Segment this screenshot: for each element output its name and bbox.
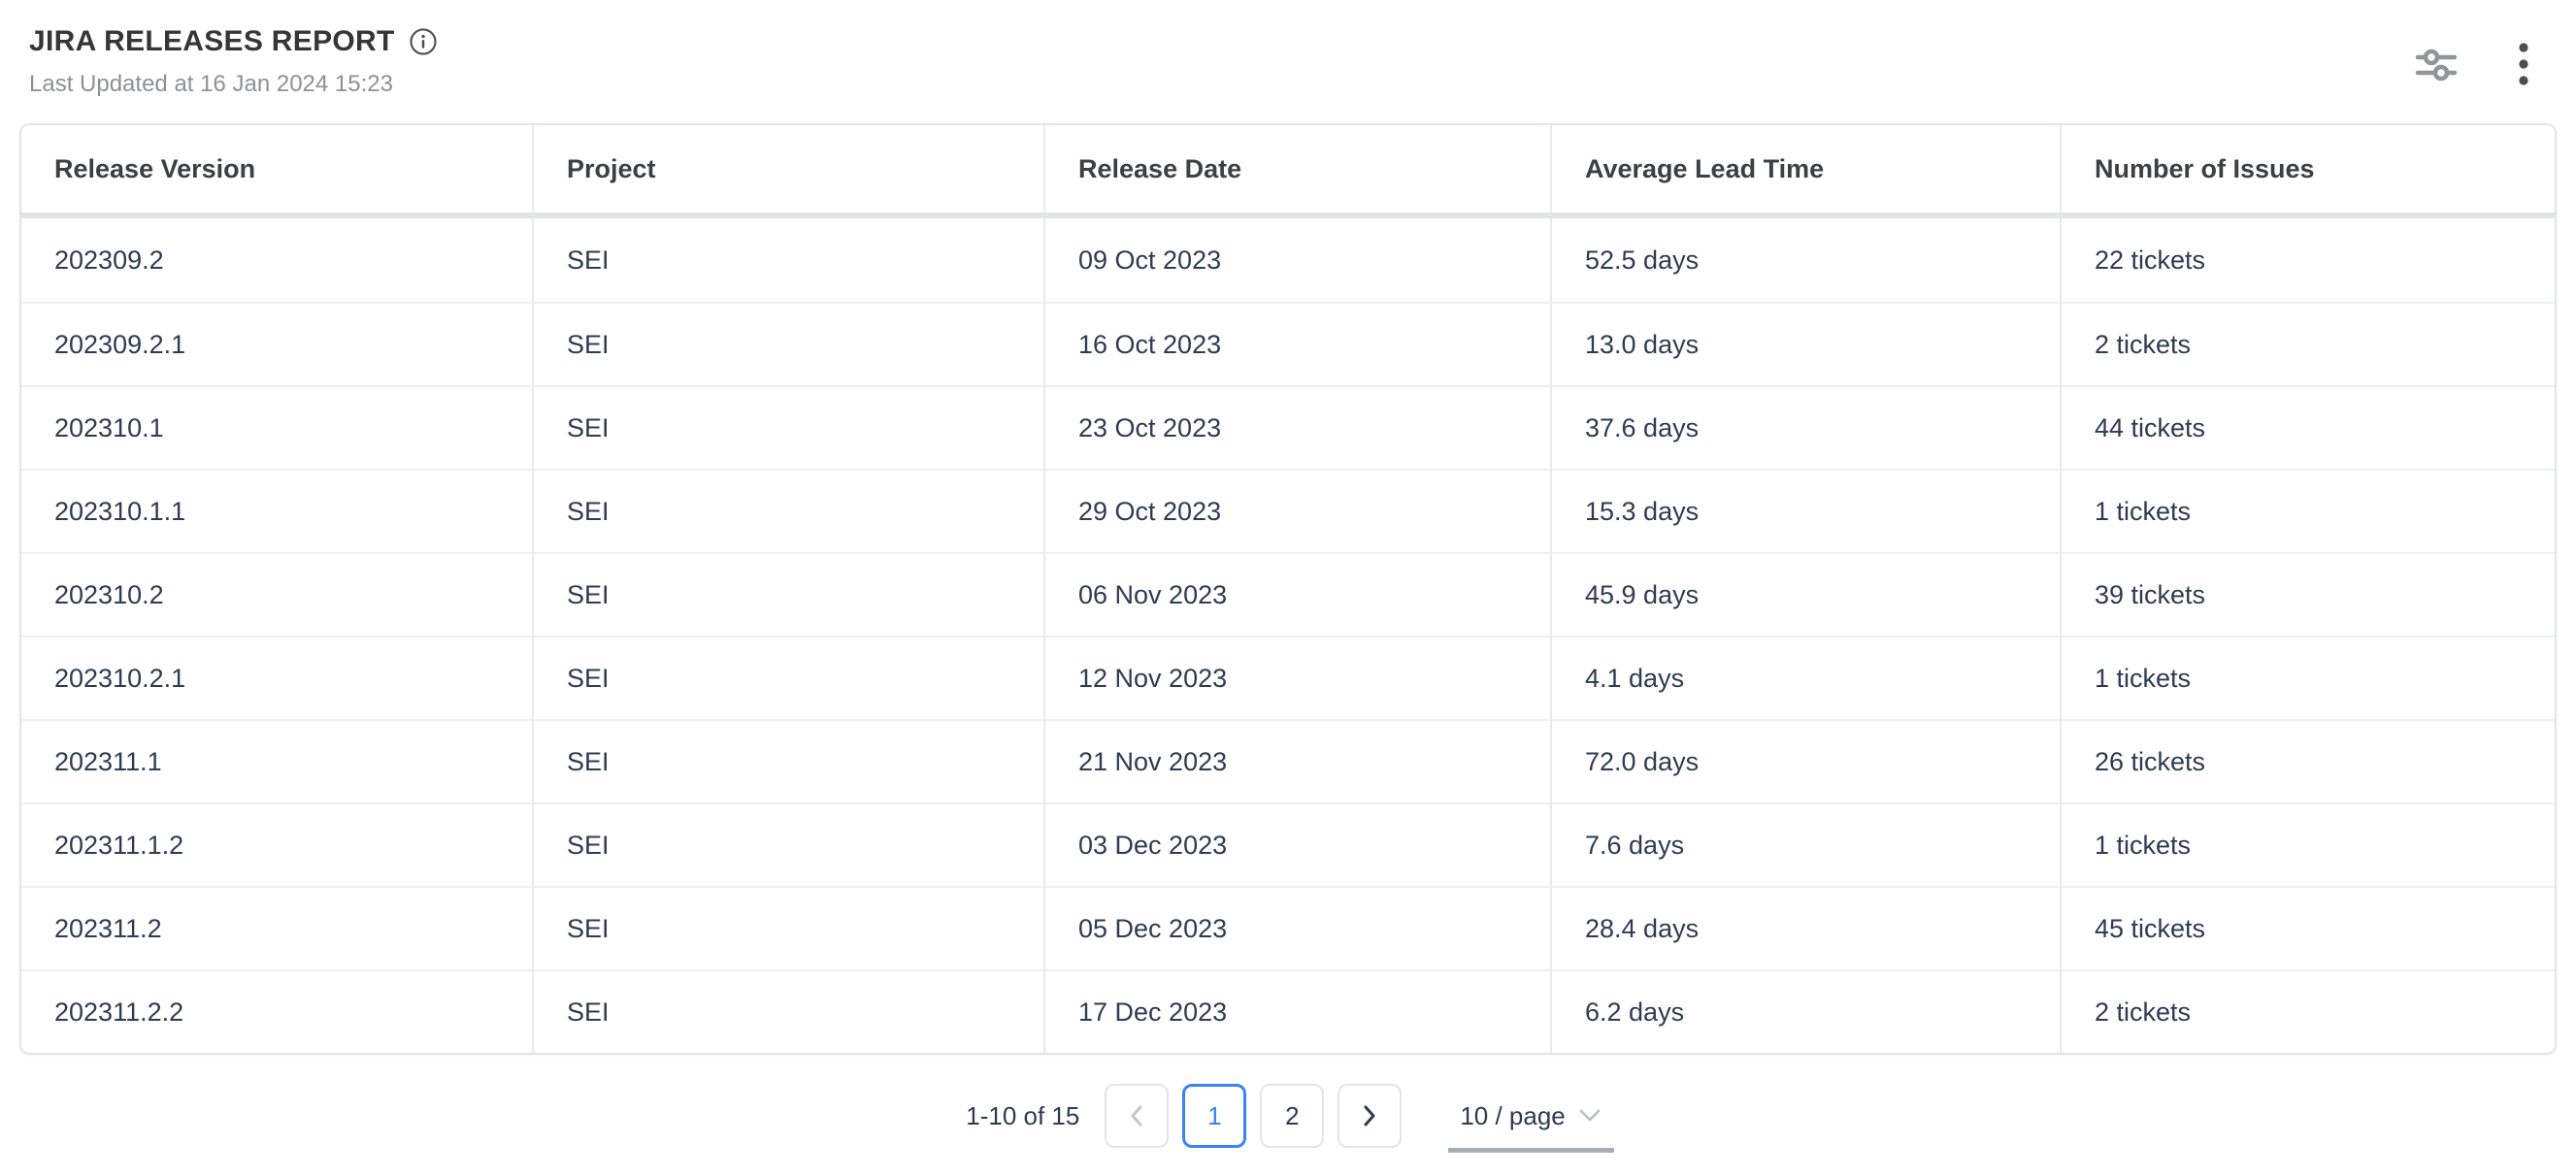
page-size-value: 10 / page xyxy=(1460,1101,1565,1131)
cell-release-date: 23 Oct 2023 xyxy=(1043,385,1550,469)
pagination: 1-10 of 15 1 2 10 / page xyxy=(0,1084,2576,1148)
cell-number-of-issues: 26 tickets xyxy=(2060,719,2557,802)
cell-number-of-issues: 45 tickets xyxy=(2060,886,2557,969)
cell-release-date: 21 Nov 2023 xyxy=(1043,719,1550,802)
cell-release-date: 16 Oct 2023 xyxy=(1043,302,1550,385)
last-updated-label: Last Updated at 16 Jan 2024 15:23 xyxy=(29,71,438,98)
chevron-down-icon xyxy=(1577,1107,1602,1125)
table-row: 202311.2.2 SEI 17 Dec 2023 6.2 days 2 ti… xyxy=(21,969,2557,1053)
chevron-right-icon xyxy=(1359,1101,1380,1130)
cell-project: SEI xyxy=(532,385,1043,469)
kebab-menu-icon[interactable] xyxy=(2514,38,2533,90)
header-actions xyxy=(2409,37,2533,91)
table-row: 202310.2.1 SEI 12 Nov 2023 4.1 days 1 ti… xyxy=(21,636,2557,719)
previous-page-button[interactable] xyxy=(1105,1084,1169,1148)
table-header-row: Release Version Project Release Date Ave… xyxy=(21,125,2557,218)
cell-release-date: 05 Dec 2023 xyxy=(1043,886,1550,969)
releases-table-card: Release Version Project Release Date Ave… xyxy=(19,123,2557,1055)
cell-project: SEI xyxy=(532,469,1043,552)
cell-release-version: 202310.1 xyxy=(21,385,532,469)
cell-average-lead-time: 45.9 days xyxy=(1550,552,2060,636)
cell-project: SEI xyxy=(532,802,1043,886)
cell-project: SEI xyxy=(532,719,1043,802)
cell-release-version: 202309.2.1 xyxy=(21,302,532,385)
table-row: 202309.2 SEI 09 Oct 2023 52.5 days 22 ti… xyxy=(21,218,2557,302)
cell-release-date: 09 Oct 2023 xyxy=(1043,218,1550,302)
title-block: JIRA RELEASES REPORT Last Updated at 16 … xyxy=(29,25,438,98)
cell-release-date: 03 Dec 2023 xyxy=(1043,802,1550,886)
cell-number-of-issues: 2 tickets xyxy=(2060,969,2557,1053)
cell-release-date: 12 Nov 2023 xyxy=(1043,636,1550,719)
cell-release-date: 29 Oct 2023 xyxy=(1043,469,1550,552)
cell-release-version: 202310.2 xyxy=(21,552,532,636)
cell-project: SEI xyxy=(532,886,1043,969)
chevron-left-icon xyxy=(1126,1101,1147,1130)
table-row: 202309.2.1 SEI 16 Oct 2023 13.0 days 2 t… xyxy=(21,302,2557,385)
cell-release-version: 202310.2.1 xyxy=(21,636,532,719)
cell-number-of-issues: 44 tickets xyxy=(2060,385,2557,469)
cell-average-lead-time: 13.0 days xyxy=(1550,302,2060,385)
cell-average-lead-time: 15.3 days xyxy=(1550,469,2060,552)
page-2-button[interactable]: 2 xyxy=(1260,1084,1324,1148)
column-header-number-of-issues: Number of Issues xyxy=(2060,125,2557,218)
cell-number-of-issues: 39 tickets xyxy=(2060,552,2557,636)
cell-number-of-issues: 1 tickets xyxy=(2060,469,2557,552)
column-header-release-version: Release Version xyxy=(21,125,532,218)
table-row: 202311.2 SEI 05 Dec 2023 28.4 days 45 ti… xyxy=(21,886,2557,969)
cell-release-version: 202311.2 xyxy=(21,886,532,969)
pagination-range-label: 1-10 of 15 xyxy=(966,1101,1079,1131)
column-header-release-date: Release Date xyxy=(1043,125,1550,218)
cell-number-of-issues: 1 tickets xyxy=(2060,802,2557,886)
table-row: 202310.1 SEI 23 Oct 2023 37.6 days 44 ti… xyxy=(21,385,2557,469)
releases-table: Release Version Project Release Date Ave… xyxy=(21,125,2557,1053)
table-row: 202311.1.2 SEI 03 Dec 2023 7.6 days 1 ti… xyxy=(21,802,2557,886)
cell-release-date: 17 Dec 2023 xyxy=(1043,969,1550,1053)
table-row: 202311.1 SEI 21 Nov 2023 72.0 days 26 ti… xyxy=(21,719,2557,802)
cell-average-lead-time: 52.5 days xyxy=(1550,218,2060,302)
info-icon[interactable] xyxy=(409,27,438,56)
table-row: 202310.2 SEI 06 Nov 2023 45.9 days 39 ti… xyxy=(21,552,2557,636)
cell-release-version: 202311.1 xyxy=(21,719,532,802)
cell-release-version: 202309.2 xyxy=(21,218,532,302)
cell-release-date: 06 Nov 2023 xyxy=(1043,552,1550,636)
cell-release-version: 202310.1.1 xyxy=(21,469,532,552)
table-row: 202310.1.1 SEI 29 Oct 2023 15.3 days 1 t… xyxy=(21,469,2557,552)
column-header-project: Project xyxy=(532,125,1043,218)
cell-average-lead-time: 4.1 days xyxy=(1550,636,2060,719)
page-title: JIRA RELEASES REPORT xyxy=(29,25,395,58)
column-header-average-lead-time: Average Lead Time xyxy=(1550,125,2060,218)
cell-average-lead-time: 7.6 days xyxy=(1550,802,2060,886)
page-1-button[interactable]: 1 xyxy=(1182,1084,1246,1148)
cell-number-of-issues: 22 tickets xyxy=(2060,218,2557,302)
cell-release-version: 202311.1.2 xyxy=(21,802,532,886)
cell-project: SEI xyxy=(532,969,1043,1053)
settings-sliders-icon[interactable] xyxy=(2409,37,2463,91)
cell-average-lead-time: 28.4 days xyxy=(1550,886,2060,969)
cell-average-lead-time: 37.6 days xyxy=(1550,385,2060,469)
report-header: JIRA RELEASES REPORT Last Updated at 16 … xyxy=(0,0,2576,98)
cell-project: SEI xyxy=(532,636,1043,719)
cell-project: SEI xyxy=(532,302,1043,385)
cell-number-of-issues: 1 tickets xyxy=(2060,636,2557,719)
cell-average-lead-time: 72.0 days xyxy=(1550,719,2060,802)
cell-release-version: 202311.2.2 xyxy=(21,969,532,1053)
cell-project: SEI xyxy=(532,218,1043,302)
cell-project: SEI xyxy=(532,552,1043,636)
cell-average-lead-time: 6.2 days xyxy=(1550,969,2060,1053)
next-page-button[interactable] xyxy=(1338,1084,1402,1148)
cell-number-of-issues: 2 tickets xyxy=(2060,302,2557,385)
page-size-select[interactable]: 10 / page xyxy=(1452,1101,1609,1131)
